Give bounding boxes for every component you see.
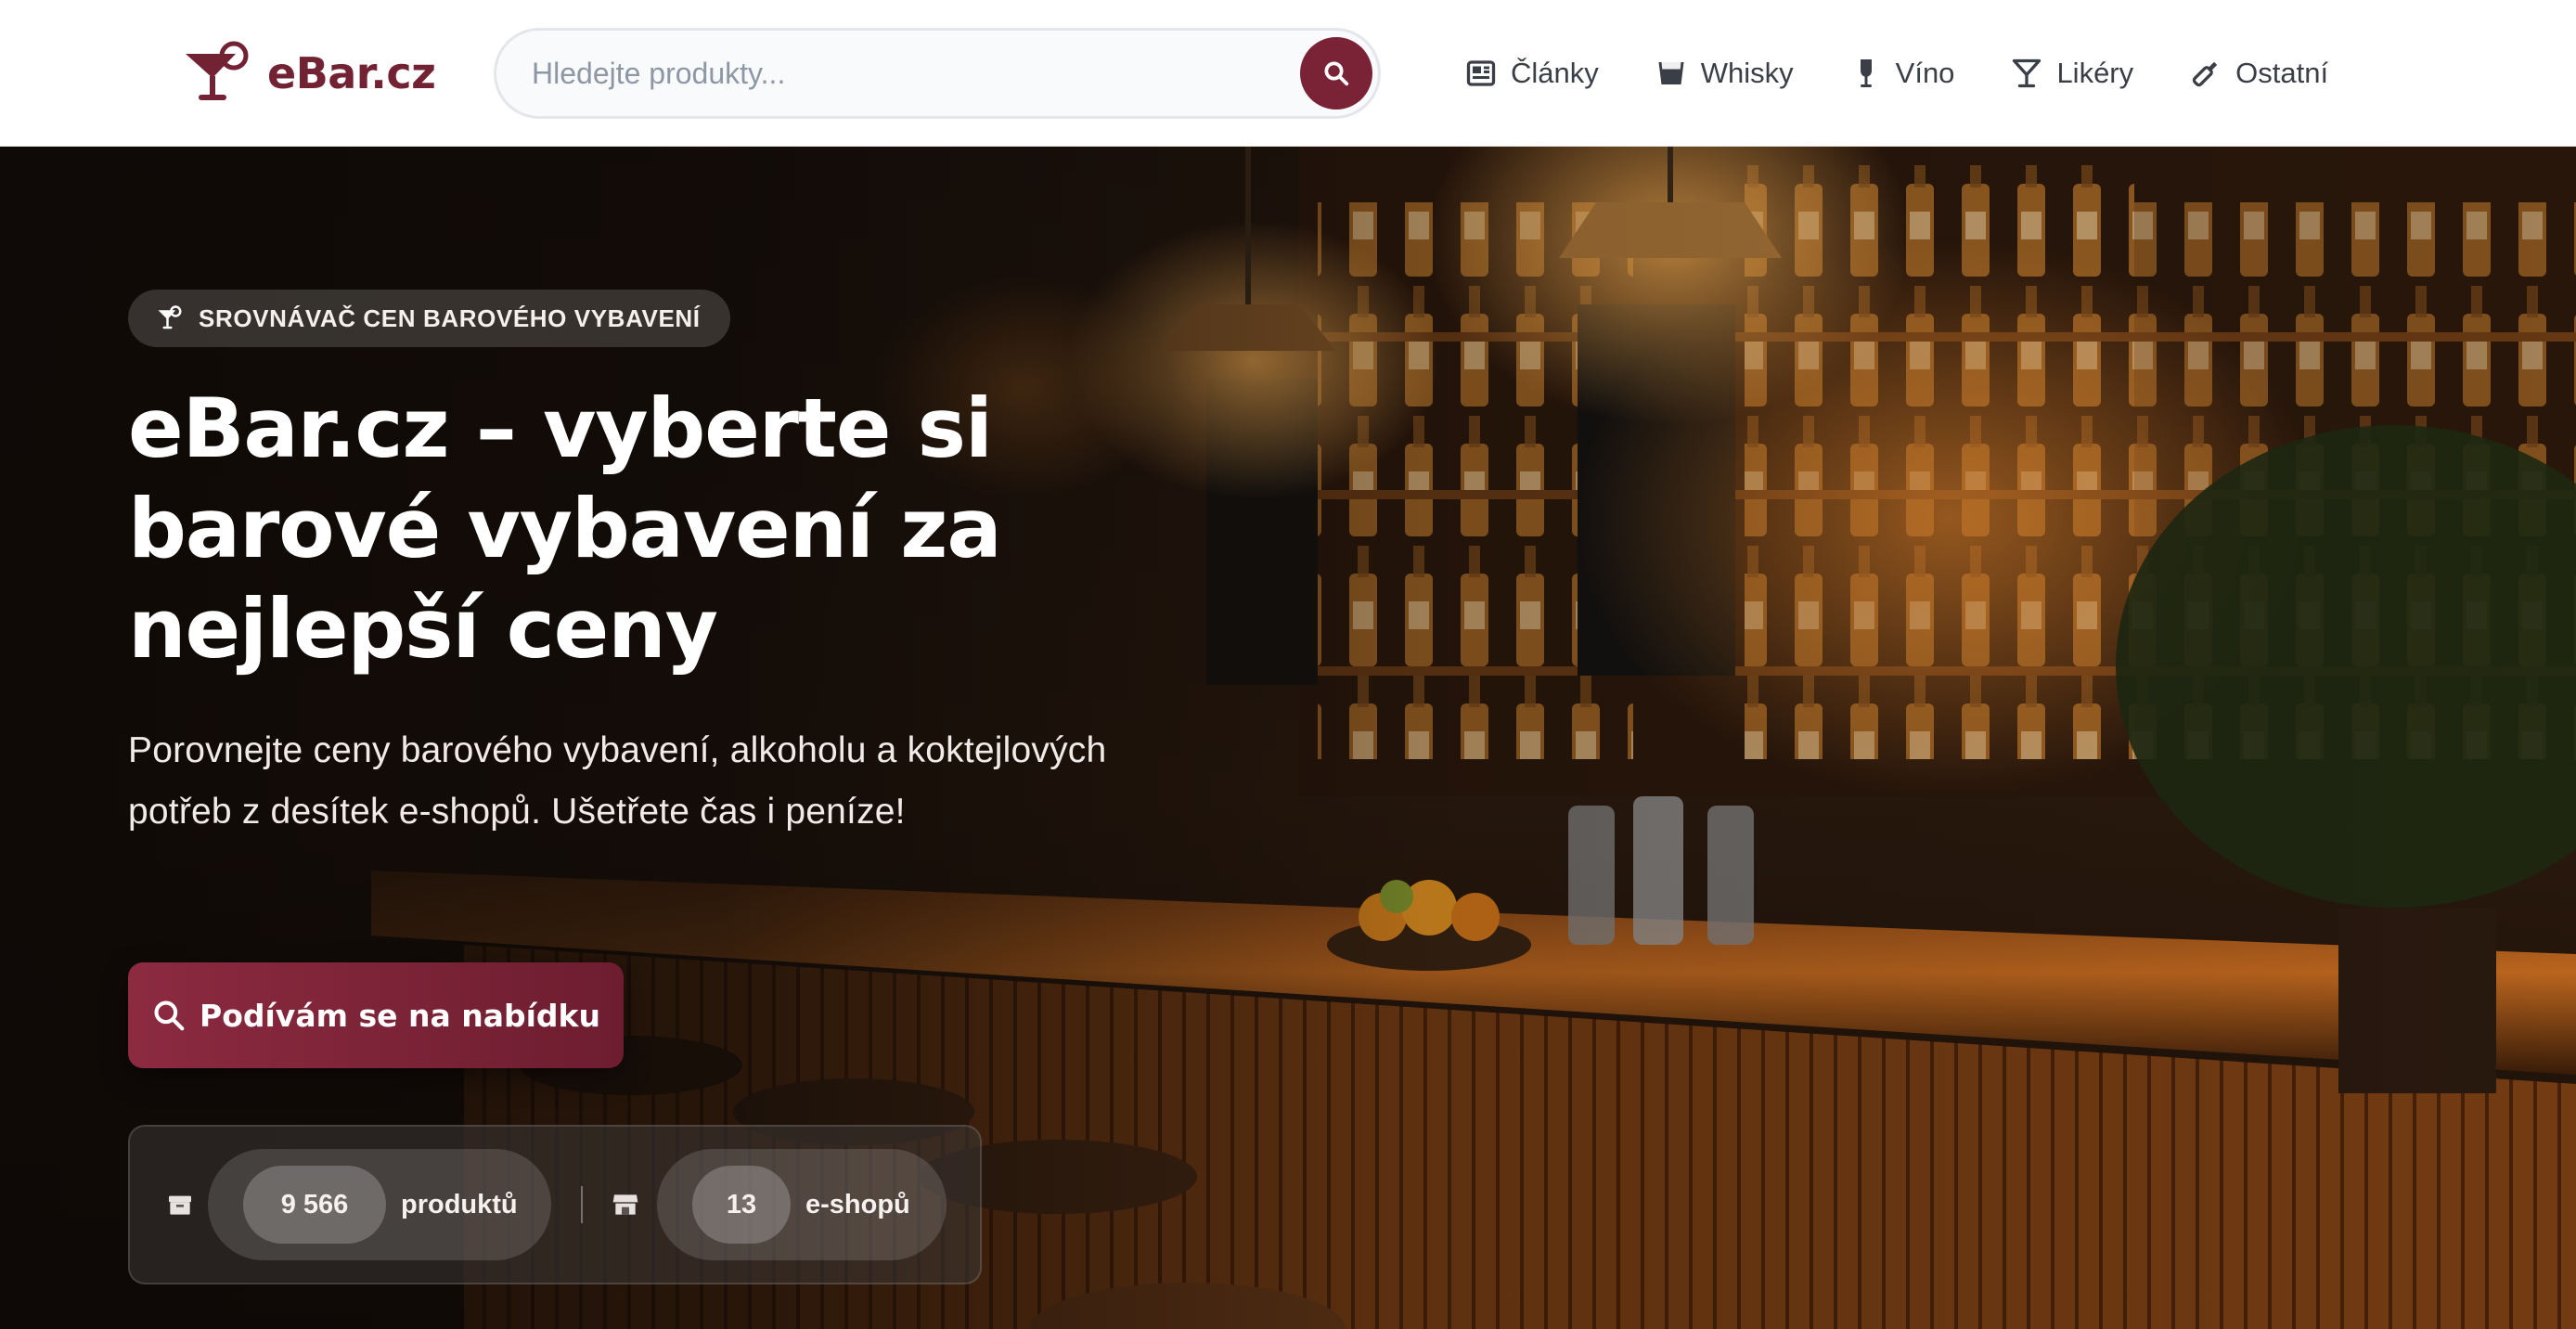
nav-item-ostatni[interactable]: Ostatní (2189, 57, 2328, 90)
newspaper-icon (1466, 60, 1496, 86)
box-icon (169, 1195, 191, 1215)
hero-badge: SROVNÁVAČ CEN BAROVÉHO VYBAVENÍ (128, 290, 730, 347)
nav-label: Ostatní (2235, 57, 2329, 89)
nav-item-vino[interactable]: Víno (1849, 57, 1955, 90)
search-input[interactable] (496, 32, 1257, 115)
nav-item-likery[interactable]: Likéry (2010, 57, 2133, 90)
stat-label: produktů (401, 1189, 518, 1219)
logo-link[interactable]: eBar.cz (182, 41, 436, 106)
search-bar (494, 28, 1381, 119)
cocktail-icon (158, 305, 182, 329)
search-button[interactable] (1300, 37, 1372, 110)
stat-label: e-shopů (805, 1189, 910, 1219)
nav-label: Likéry (2056, 57, 2134, 89)
nav-item-clanky[interactable]: Články (1464, 57, 1599, 90)
bottle-icon (2192, 61, 2218, 87)
stat-divider (581, 1186, 583, 1223)
section-divider-curve (1243, 1314, 1763, 1329)
stat-value: 13 (692, 1166, 791, 1244)
site-header: eBar.cz Články Whisky (0, 0, 2576, 147)
wine-glass-icon (1860, 59, 1872, 87)
main-nav: Články Whisky Víno Likéry Ostatní (1464, 48, 2328, 98)
stat-eshops: 13 e-shopů (657, 1149, 947, 1260)
logo-text: eBar.cz (267, 48, 436, 98)
hero-section: SROVNÁVAČ CEN BAROVÉHO VYBAVENÍ eBar.cz … (0, 147, 2576, 1329)
view-offer-button-label: Podívám se na nabídku (200, 997, 600, 1034)
cocktail-logo-icon (186, 41, 249, 100)
view-offer-button[interactable]: Podívám se na nabídku (128, 962, 624, 1068)
search-icon (1324, 61, 1349, 86)
hero-subtitle: Porovnejte ceny barového vybavení, alkoh… (128, 730, 1107, 832)
stat-products: 9 566 produktů (208, 1149, 551, 1260)
nav-item-whisky[interactable]: Whisky (1655, 57, 1794, 90)
nav-label: Víno (1895, 57, 1955, 89)
store-icon (612, 1194, 638, 1215)
hero-badge-text: SROVNÁVAČ CEN BAROVÉHO VYBAVENÍ (199, 303, 701, 332)
hero-title: eBar.cz – vyberte si barové vybavení za … (128, 381, 1002, 677)
search-icon (154, 1000, 185, 1031)
martini-glass-icon (2013, 58, 2041, 88)
stat-value: 9 566 (243, 1166, 386, 1244)
whisky-glass-icon (1658, 62, 1684, 84)
nav-label: Články (1511, 57, 1599, 89)
stats-panel: 9 566 produktů 13 e-shopů (128, 1125, 982, 1284)
nav-label: Whisky (1700, 57, 1794, 89)
